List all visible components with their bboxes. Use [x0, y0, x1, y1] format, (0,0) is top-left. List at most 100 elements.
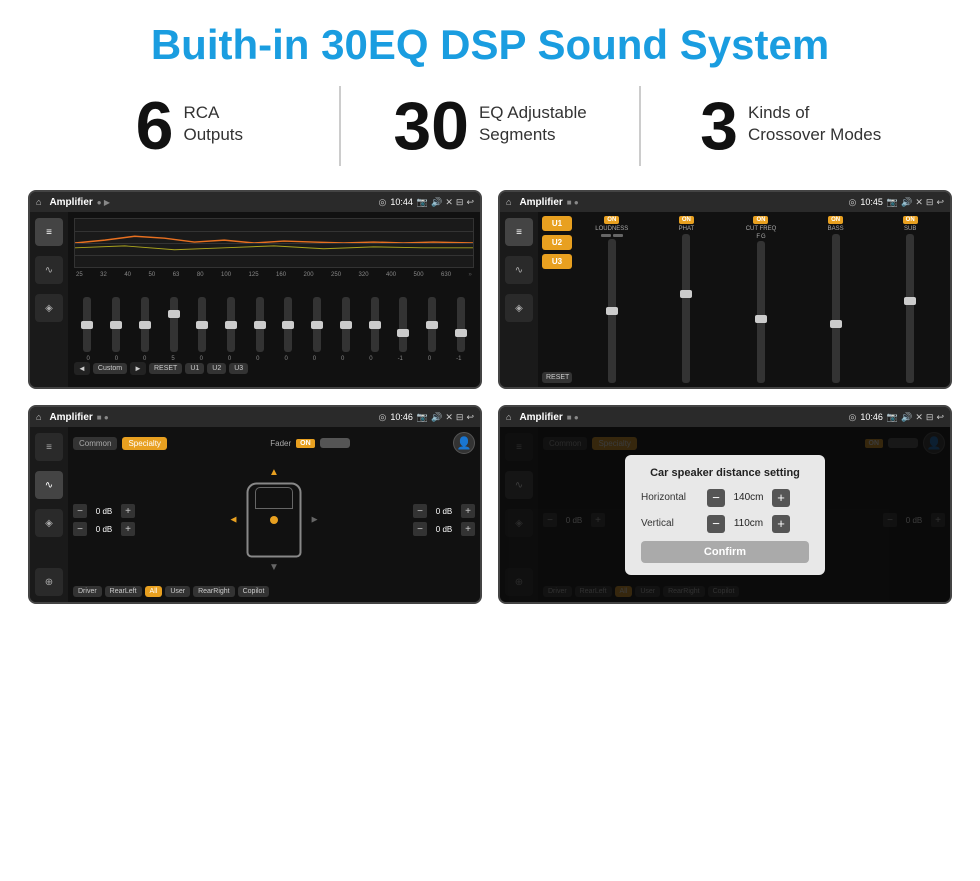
eq-next-btn[interactable]: ►	[130, 362, 146, 375]
confirm-button[interactable]: Confirm	[641, 541, 809, 563]
sidebar-speaker-btn[interactable]: ◈	[35, 294, 63, 322]
eq-u2-btn[interactable]: U2	[207, 363, 226, 374]
amp-phat-slider[interactable]	[682, 234, 690, 383]
eq-slider-5[interactable]	[218, 297, 245, 352]
screens-grid: ⌂ Amplifier ● ▶ ◎ 10:44 📷 🔊 ✕ ⊟ ↩ ≡ ∿ ◈	[0, 186, 980, 616]
amp-loudness-slider[interactable]	[608, 239, 616, 383]
eq-slider-3[interactable]	[160, 297, 187, 352]
amp-bass-on[interactable]: ON	[828, 216, 843, 224]
fader-h-slider[interactable]	[320, 438, 350, 448]
eq-slider-7[interactable]	[275, 297, 302, 352]
amp-cutfreq-on[interactable]: ON	[753, 216, 768, 224]
home-icon[interactable]: ⌂	[36, 197, 41, 207]
screen2-wave-btn[interactable]: ∿	[505, 256, 533, 284]
modal-horizontal-value: 140cm	[731, 492, 766, 503]
eq-u1-btn[interactable]: U1	[185, 363, 204, 374]
amp-cutfreq-col: ON CUT FREQ F G	[725, 216, 797, 383]
screen2-time: 10:45	[860, 197, 883, 207]
screen4-topbar-icons: 📷 🔊 ✕ ⊟ ↩	[887, 412, 944, 423]
amp-sub-on[interactable]: ON	[903, 216, 918, 224]
eq-u3-btn[interactable]: U3	[229, 363, 248, 374]
db-value-0: 0 dB	[90, 507, 118, 516]
amp-reset-btn[interactable]: RESET	[542, 372, 572, 383]
eq-slider-9[interactable]	[332, 297, 359, 352]
fader-main-area: Common Specialty Fader ON 👤 − 0 dB +	[68, 427, 480, 602]
amp-u1-btn[interactable]: U1	[542, 216, 572, 231]
modal-horizontal-label: Horizontal	[641, 492, 701, 503]
fader-on-badge[interactable]: ON	[296, 439, 315, 448]
db-plus-2[interactable]: +	[461, 504, 475, 518]
amp-bass-slider[interactable]	[832, 234, 840, 383]
eq-slider-4[interactable]	[189, 297, 216, 352]
screen2-speaker-icon: 🔊	[901, 197, 912, 208]
car-diagram: ▲ ▼ ◄ ►	[141, 475, 407, 565]
db-plus-3[interactable]: +	[461, 522, 475, 536]
screen2-eq-btn[interactable]: ≡	[505, 218, 533, 246]
amp-sub-slider[interactable]	[906, 234, 914, 383]
modal-vertical-minus[interactable]: −	[707, 515, 725, 533]
modal-horizontal-minus[interactable]: −	[707, 489, 725, 507]
car-arrow-down: ▼	[269, 562, 279, 573]
db-value-1: 0 dB	[90, 525, 118, 534]
db-minus-1[interactable]: −	[73, 522, 87, 536]
fader-copilot-btn[interactable]: Copilot	[238, 586, 270, 597]
modal-vertical-plus[interactable]: +	[772, 515, 790, 533]
eq-slider-10[interactable]	[361, 297, 388, 352]
amp-cutfreq-slider[interactable]	[757, 241, 765, 383]
db-minus-3[interactable]: −	[413, 522, 427, 536]
db-plus-1[interactable]: +	[121, 522, 135, 536]
screen1-title: Amplifier	[49, 197, 92, 208]
db-row-0: − 0 dB +	[73, 504, 135, 518]
eq-slider-6[interactable]	[246, 297, 273, 352]
eq-sliders	[74, 282, 474, 352]
screen3-title: Amplifier	[49, 412, 92, 423]
db-minus-0[interactable]: −	[73, 504, 87, 518]
fader-rearright-btn[interactable]: RearRight	[193, 586, 235, 597]
db-minus-2[interactable]: −	[413, 504, 427, 518]
screen4-speaker-icon: 🔊	[901, 412, 912, 423]
screen4-close-icon: ✕	[915, 412, 923, 423]
eq-slider-12[interactable]	[419, 297, 446, 352]
screen3-speaker-btn[interactable]: ◈	[35, 509, 63, 537]
db-plus-0[interactable]: +	[121, 504, 135, 518]
screen2-speaker-btn[interactable]: ◈	[505, 294, 533, 322]
eq-reset-btn[interactable]: RESET	[149, 363, 182, 374]
fader-bottom-row: Driver RearLeft All User RearRight Copil…	[73, 586, 475, 597]
eq-slider-11[interactable]	[390, 297, 417, 352]
amp-u3-btn[interactable]: U3	[542, 254, 572, 269]
eq-slider-2[interactable]	[131, 297, 158, 352]
fader-tab-common[interactable]: Common	[73, 437, 117, 450]
eq-slider-1[interactable]	[103, 297, 130, 352]
eq-slider-0[interactable]	[74, 297, 101, 352]
screen3-pan-btn[interactable]: ⊕	[35, 568, 63, 596]
amp-cutfreq-label: CUT FREQ	[746, 226, 777, 232]
screen4-home-icon[interactable]: ⌂	[506, 412, 511, 422]
screen2-home-icon[interactable]: ⌂	[506, 197, 511, 207]
eq-graph	[74, 218, 474, 268]
fader-tab-specialty[interactable]: Specialty	[122, 437, 166, 450]
fader-rearleft-btn[interactable]: RearLeft	[105, 586, 142, 597]
fader-left-controls: − 0 dB + − 0 dB +	[73, 504, 135, 536]
amp-loudness-on[interactable]: ON	[604, 216, 619, 224]
stat-text-crossover: Kinds ofCrossover Modes	[748, 92, 881, 146]
sidebar-eq-btn[interactable]: ≡	[35, 218, 63, 246]
modal-horizontal-plus[interactable]: +	[772, 489, 790, 507]
sidebar-wave-btn[interactable]: ∿	[35, 256, 63, 284]
screen3-eq-btn[interactable]: ≡	[35, 433, 63, 461]
fader-user-btn[interactable]: User	[165, 586, 190, 597]
eq-main-area: 2532405063 80100125160200 25032040050063…	[68, 212, 480, 387]
modal-vertical-value: 110cm	[731, 518, 766, 529]
amp-u-buttons: U1 U2 U3 RESET	[542, 216, 572, 383]
eq-slider-8[interactable]	[304, 297, 331, 352]
eq-custom-btn[interactable]: Custom	[93, 363, 127, 374]
fader-all-btn[interactable]: All	[145, 586, 163, 597]
fader-person-icon[interactable]: 👤	[453, 432, 475, 454]
screen3-time: 10:46	[390, 412, 413, 422]
screen3-home-icon[interactable]: ⌂	[36, 412, 41, 422]
fader-driver-btn[interactable]: Driver	[73, 586, 102, 597]
amp-u2-btn[interactable]: U2	[542, 235, 572, 250]
amp-phat-on[interactable]: ON	[679, 216, 694, 224]
eq-prev-btn[interactable]: ◄	[74, 362, 90, 375]
screen3-wave-btn[interactable]: ∿	[35, 471, 63, 499]
eq-slider-13[interactable]	[447, 297, 474, 352]
